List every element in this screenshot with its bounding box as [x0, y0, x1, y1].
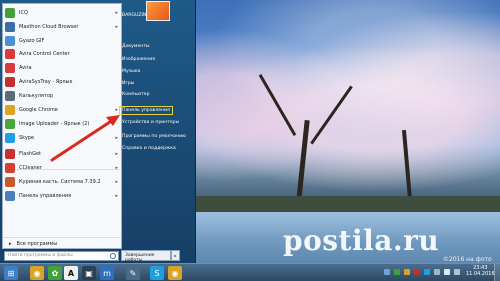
program-icon: [5, 8, 15, 18]
submenu-arrow-icon[interactable]: ▸: [115, 135, 118, 141]
icq-tray-icon[interactable]: [394, 269, 400, 275]
program-label: Gyazo GIF: [19, 38, 45, 44]
shutdown-options-button[interactable]: ▸: [171, 250, 180, 261]
program-icon: [5, 119, 15, 129]
program-label: Skype: [19, 135, 35, 141]
submenu-arrow-icon[interactable]: ▸: [115, 10, 118, 16]
submenu-arrow-icon[interactable]: ▸: [115, 24, 118, 30]
taskbar: ⊞ ◉ ✿ A ▣ m ✎ S ◉: [0, 263, 500, 281]
program-item[interactable]: ICQ ▸: [3, 6, 121, 20]
volume-icon[interactable]: [444, 269, 450, 275]
start-menu-link[interactable]: Компьютер: [122, 92, 150, 97]
chrome-app[interactable]: ◉: [30, 266, 44, 280]
program-item[interactable]: Avira: [3, 61, 121, 75]
start-menu-link[interactable]: Справка и поддержка: [122, 146, 176, 151]
program-label: ICQ: [19, 10, 28, 16]
program-item[interactable]: Gyazo GIF: [3, 34, 121, 48]
submenu-arrow-icon[interactable]: ▸: [115, 107, 118, 113]
user-name-link[interactable]: BARGUZIN: [122, 13, 146, 18]
program-label: CCleaner: [19, 165, 42, 171]
program-icon: [5, 177, 15, 187]
program-item[interactable]: Image Uploader - Ярлык (2): [3, 117, 121, 131]
search-input[interactable]: Найти программы и файлы: [4, 251, 119, 261]
avatar[interactable]: [146, 1, 170, 21]
program-label: Google Chrome: [19, 107, 58, 113]
program-label: Панель управления: [19, 193, 72, 199]
start-menu: ▸ Все программы ICQ ▸ Maxthon Cloud Browse…: [0, 0, 196, 263]
program-icon: [5, 63, 15, 73]
submenu-arrow-icon[interactable]: ▸: [115, 165, 118, 171]
program-icon: [5, 36, 15, 46]
program-item[interactable]: Avira Control Center: [3, 47, 121, 61]
language-icon[interactable]: [454, 269, 460, 275]
program-label: Avira: [19, 65, 32, 71]
chrome-tray-icon[interactable]: [404, 269, 410, 275]
search-placeholder: Найти программы и файлы: [8, 253, 73, 258]
program-item[interactable]: Skype ▸: [3, 131, 121, 145]
submenu-arrow-icon[interactable]: ▸: [115, 151, 118, 157]
clock[interactable]: 23:43 11.04.2016: [466, 265, 495, 277]
shutdown-button[interactable]: Завершение работы: [121, 250, 171, 263]
program-item[interactable]: CCleaner ▸: [3, 161, 121, 175]
watermark-subtext: ©2016 на фото: [443, 256, 492, 263]
icq-app[interactable]: ✿: [48, 266, 62, 280]
start-menu-link[interactable]: Документы: [122, 44, 150, 49]
program-label: AviraSysTray - Ярлык: [19, 79, 73, 85]
skype-app[interactable]: S: [150, 266, 164, 280]
font-app[interactable]: A: [64, 266, 78, 280]
all-programs-label: Все программы: [16, 240, 58, 247]
search-icon[interactable]: [110, 253, 116, 259]
start-menu-link[interactable]: Музыка: [122, 69, 140, 74]
program-icon: [5, 49, 15, 59]
program-label: Maxthon Cloud Browser: [19, 24, 79, 30]
program-label: FlashGet: [19, 151, 42, 157]
program-item[interactable]: AviraSysTray - Ярлык: [3, 75, 121, 89]
start-menu-link[interactable]: Изображения: [122, 57, 155, 62]
program-icon: [5, 149, 15, 159]
unknown-app[interactable]: ▣: [82, 266, 96, 280]
arrow-right-icon: ▸: [9, 240, 12, 247]
program-label: Куриная касть. Система 7.39.2: [19, 179, 101, 185]
start-menu-link[interactable]: Программы по умолчанию: [122, 134, 186, 139]
program-item[interactable]: FlashGet ▸: [3, 147, 121, 161]
program-icon: [5, 133, 15, 143]
program-icon: [5, 22, 15, 32]
chrome-app-2[interactable]: ◉: [168, 266, 182, 280]
program-icon: [5, 77, 15, 87]
start-menu-link[interactable]: Игры: [122, 81, 134, 86]
program-label: Avira Control Center: [19, 51, 70, 57]
flag-icon[interactable]: [434, 269, 440, 275]
program-icon: [5, 105, 15, 115]
program-icon: [5, 91, 15, 101]
tool-app[interactable]: ✎: [126, 266, 140, 280]
network-icon[interactable]: [384, 269, 390, 275]
clock-date: 11.04.2016: [466, 271, 495, 277]
show-desktop-button[interactable]: [494, 264, 500, 281]
programs-pane: ▸ Все программы ICQ ▸ Maxthon Cloud Browse…: [2, 3, 122, 249]
program-item[interactable]: Калькулятор: [3, 89, 121, 103]
maxthon-app[interactable]: m: [100, 266, 114, 280]
watermark-text: postila.ru: [283, 224, 440, 257]
program-label: Image Uploader - Ярлык (2): [19, 121, 90, 127]
start-menu-link[interactable]: Панель управления: [119, 106, 173, 115]
program-item[interactable]: Панель управления ▸: [3, 189, 121, 203]
program-item[interactable]: Maxthon Cloud Browser ▸: [3, 20, 121, 34]
avira-tray-icon[interactable]: [414, 269, 420, 275]
program-label: Калькулятор: [19, 93, 54, 99]
submenu-arrow-icon[interactable]: ▸: [115, 179, 118, 185]
program-icon: [5, 191, 15, 201]
program-icon: [5, 163, 15, 173]
start-menu-link[interactable]: Устройства и принтеры: [122, 120, 179, 125]
submenu-arrow-icon[interactable]: ▸: [115, 193, 118, 199]
skype-tray-icon[interactable]: [424, 269, 430, 275]
all-programs-button[interactable]: ▸ Все программы: [3, 237, 121, 249]
start-button[interactable]: ⊞: [4, 266, 18, 280]
program-item[interactable]: Google Chrome ▸: [3, 103, 121, 117]
program-item[interactable]: Куриная касть. Система 7.39.2 ▸: [3, 175, 121, 189]
